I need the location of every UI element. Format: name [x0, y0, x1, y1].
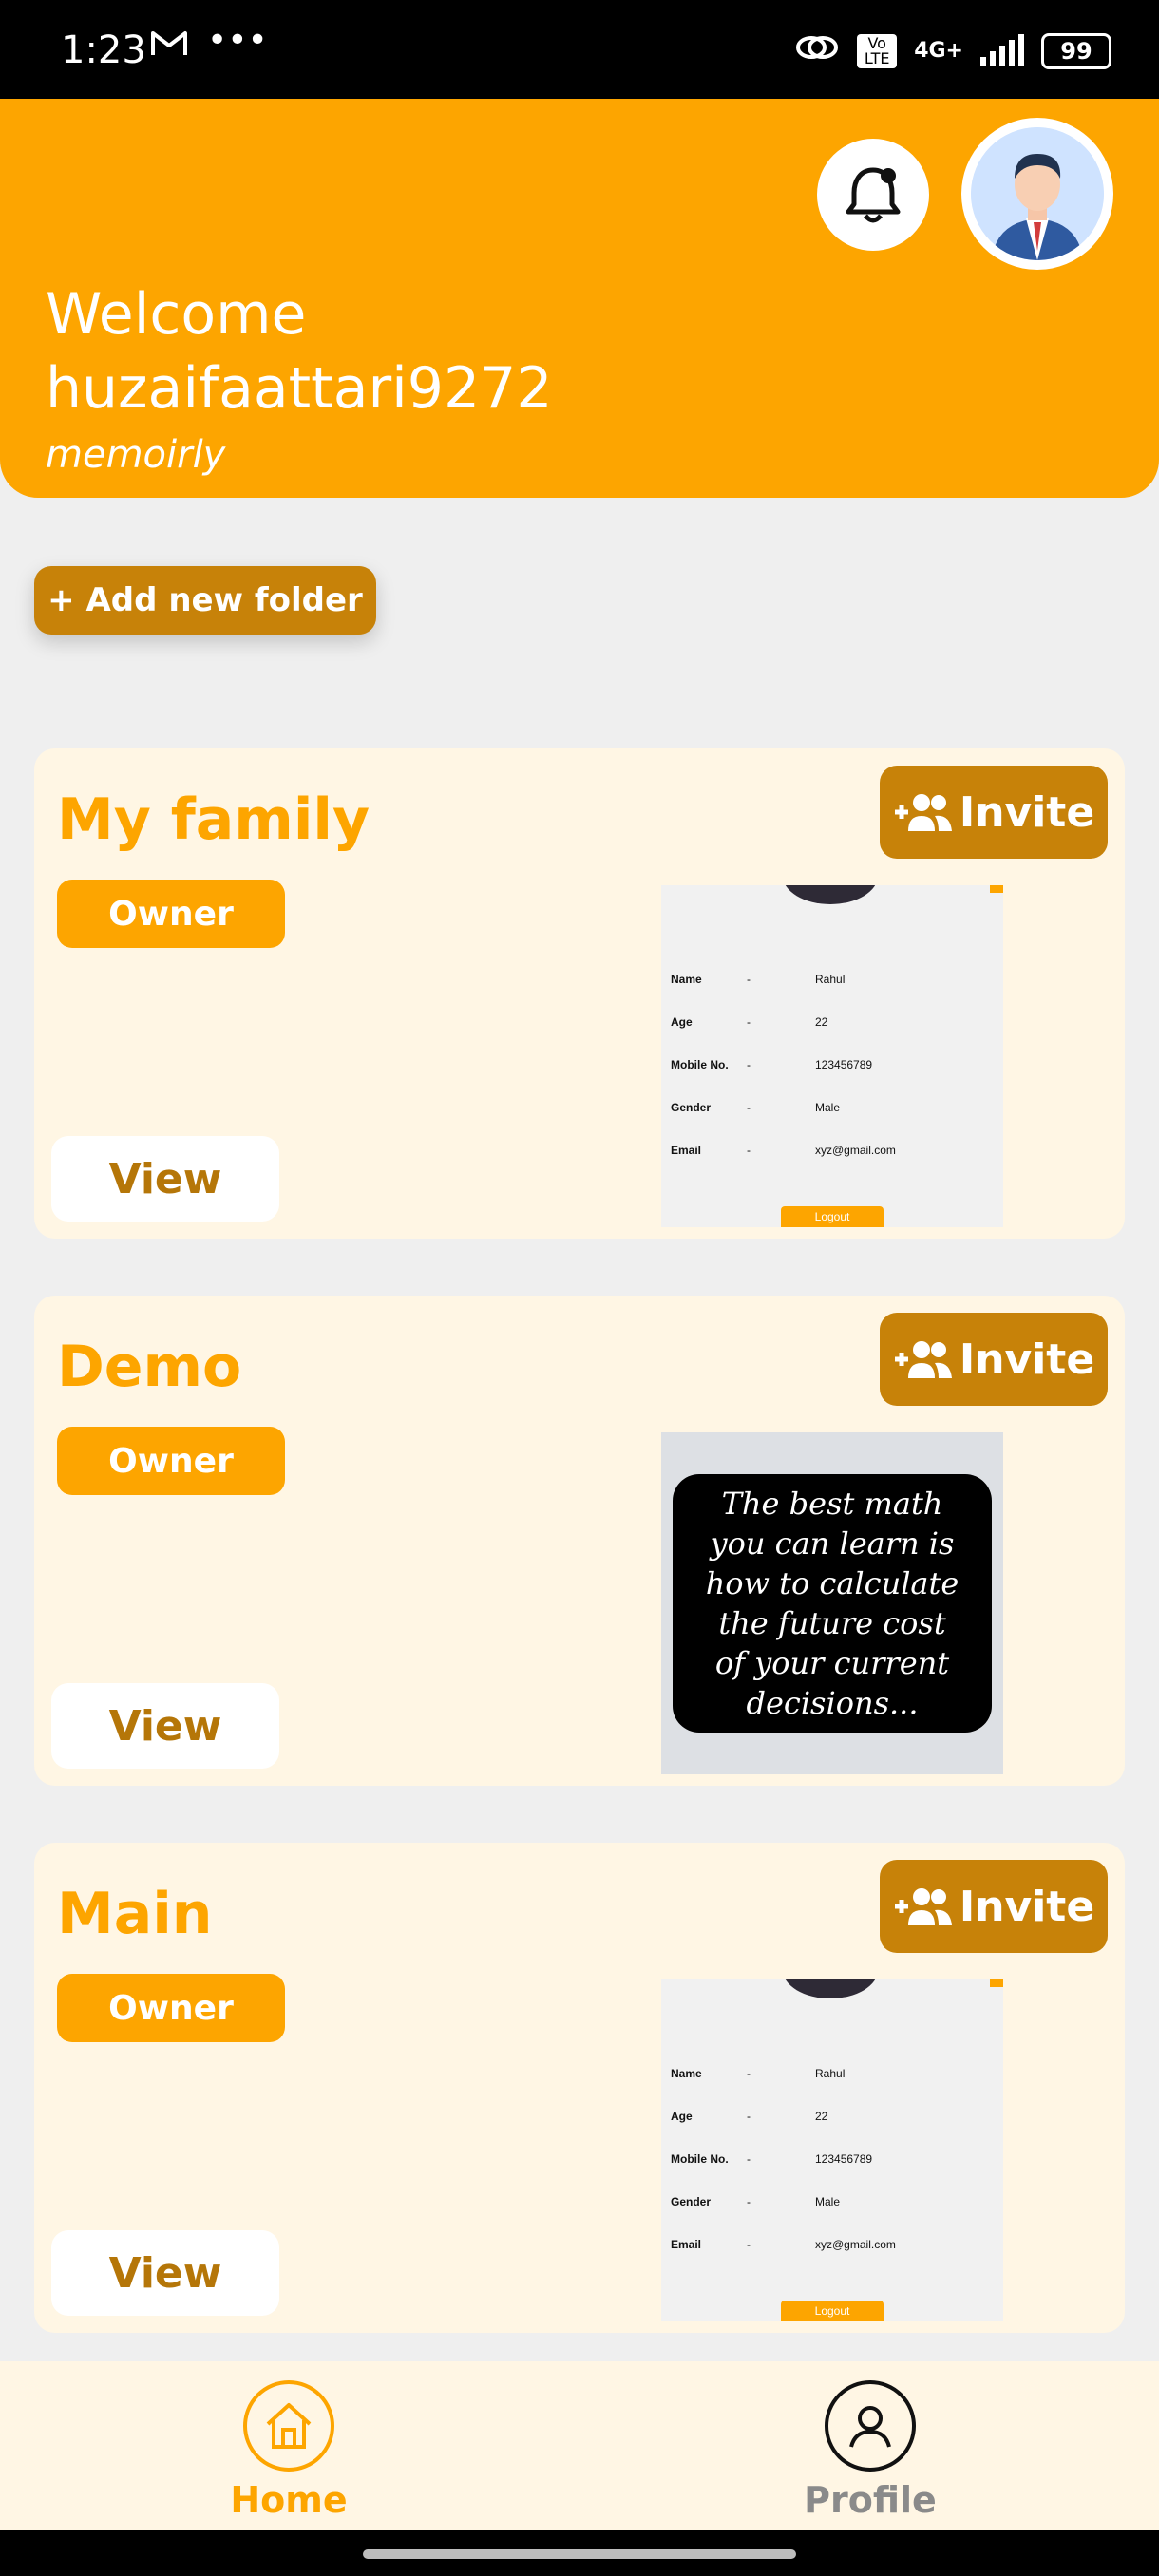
- row-value: xyz@gmail.com: [815, 1144, 896, 1157]
- row-value: 22: [815, 1015, 828, 1029]
- row-label: Age: [671, 2110, 693, 2123]
- status-bar: 1:23 ••• Vo LTE 4G+ 99: [0, 0, 1159, 99]
- thumbnail-avatar: [783, 885, 878, 904]
- bell-icon: [846, 167, 901, 223]
- nav-profile-label: Profile: [804, 2479, 937, 2521]
- battery-level: 99: [1060, 37, 1092, 65]
- home-icon: [243, 2380, 334, 2472]
- thumbnail-avatar: [783, 1979, 878, 1998]
- row-label: Gender: [671, 2195, 712, 2208]
- row-label: Name: [671, 973, 702, 986]
- row-value: 123456789: [815, 1058, 873, 1071]
- role-badge: Owner: [57, 1427, 285, 1495]
- row-dash: -: [747, 2067, 750, 2080]
- signal-icon: [980, 33, 1024, 66]
- folder-thumbnail[interactable]: The best math you can learn is how to ca…: [661, 1432, 1003, 1774]
- invite-label: Invite: [959, 787, 1095, 837]
- bottom-navigation: Home Profile: [0, 2361, 1159, 2530]
- user-avatar[interactable]: [961, 118, 1113, 270]
- row-label: Name: [671, 2067, 702, 2080]
- home-indicator[interactable]: [363, 2549, 796, 2559]
- folder-thumbnail[interactable]: Name - Rahul Age - 22 Mobile No. - 123456789 G…: [661, 885, 1003, 1227]
- row-dash: -: [747, 2110, 750, 2123]
- row-dash: -: [747, 2152, 750, 2166]
- thumbnail-corner: [990, 1979, 1003, 1987]
- brand-name: memoirly: [46, 433, 226, 477]
- row-value: Rahul: [815, 2067, 846, 2080]
- thumbnail-corner: [990, 885, 1003, 893]
- row-dash: -: [747, 1101, 750, 1114]
- folder-card: My family Invite Owner View Name - Rahul A…: [34, 748, 1125, 1239]
- row-value: 123456789: [815, 2152, 873, 2166]
- welcome-greeting: Welcome: [46, 281, 307, 348]
- row-value: Rahul: [815, 973, 846, 986]
- folder-title: Demo: [57, 1334, 242, 1400]
- row-dash: -: [747, 2238, 750, 2251]
- row-dash: -: [747, 1015, 750, 1029]
- row-dash: -: [747, 1058, 750, 1071]
- avatar-icon: [971, 127, 1104, 260]
- add-user-icon: [894, 794, 952, 831]
- add-user-icon: [894, 1341, 952, 1378]
- thumbnail-logout-button: Logout: [781, 1206, 884, 1227]
- thumbnail-logout-button: Logout: [781, 2301, 884, 2321]
- gesture-bar: [0, 2530, 1159, 2576]
- quote-text: The best math you can learn is how to ca…: [673, 1474, 992, 1733]
- folder-title: My family: [57, 786, 370, 853]
- row-value: Male: [815, 1101, 841, 1114]
- folder-thumbnail[interactable]: Name - Rahul Age - 22 Mobile No. - 123456789 G…: [661, 1979, 1003, 2321]
- row-value: Male: [815, 2195, 841, 2208]
- quote-line: you can learn is: [710, 1525, 955, 1562]
- app-header: Welcome huzaifaattari9272 memoirly: [0, 99, 1159, 498]
- row-value: xyz@gmail.com: [815, 2238, 896, 2251]
- nav-home-label: Home: [230, 2479, 348, 2521]
- row-dash: -: [747, 973, 750, 986]
- folder-card: Demo Invite Owner View The best math you…: [34, 1296, 1125, 1786]
- invite-label: Invite: [959, 1882, 1095, 1931]
- gmail-icon: [150, 28, 188, 67]
- row-label: Mobile No.: [671, 2152, 729, 2166]
- volte-badge: Vo LTE: [857, 33, 898, 68]
- view-button[interactable]: View: [51, 1136, 279, 1222]
- role-badge: Owner: [57, 880, 285, 948]
- invite-button[interactable]: Invite: [880, 1313, 1108, 1406]
- quote-line: the future cost: [718, 1605, 946, 1641]
- row-dash: -: [747, 1144, 750, 1157]
- status-right: Vo LTE 4G+ 99: [794, 32, 1112, 69]
- row-label: Age: [671, 1015, 693, 1029]
- row-label: Mobile No.: [671, 1058, 729, 1071]
- nav-profile[interactable]: Profile: [728, 2380, 1013, 2521]
- folder-card: Main Invite Owner View Name - Rahul Age - 22…: [34, 1843, 1125, 2333]
- nav-home[interactable]: Home: [146, 2380, 431, 2521]
- welcome-text: Welcome huzaifaattari9272: [46, 277, 553, 426]
- notifications-button[interactable]: [817, 139, 929, 251]
- add-user-icon: [894, 1888, 952, 1925]
- view-button[interactable]: View: [51, 1683, 279, 1769]
- quote-line: The best math: [721, 1486, 943, 1522]
- invite-button[interactable]: Invite: [880, 1860, 1108, 1953]
- quote-line: decisions...: [746, 1685, 919, 1721]
- row-dash: -: [747, 2195, 750, 2208]
- invite-button[interactable]: Invite: [880, 766, 1108, 859]
- more-icon: •••: [207, 21, 268, 60]
- battery-icon: 99: [1041, 32, 1112, 69]
- row-label: Gender: [671, 1101, 712, 1114]
- add-new-folder-button[interactable]: + Add new folder: [34, 566, 376, 635]
- folder-title: Main: [57, 1881, 213, 1947]
- row-value: 22: [815, 2110, 828, 2123]
- quote-line: of your current: [714, 1645, 950, 1681]
- network-label: 4G+: [914, 39, 963, 63]
- profile-icon: [825, 2380, 916, 2472]
- status-time: 1:23: [61, 28, 146, 72]
- row-label: Email: [671, 2238, 702, 2251]
- role-badge: Owner: [57, 1974, 285, 2042]
- row-label: Email: [671, 1144, 702, 1157]
- link-icon: [794, 32, 840, 69]
- quote-line: how to calculate: [705, 1565, 960, 1601]
- welcome-username: huzaifaattari9272: [46, 355, 553, 422]
- invite-label: Invite: [959, 1335, 1095, 1384]
- view-button[interactable]: View: [51, 2230, 279, 2316]
